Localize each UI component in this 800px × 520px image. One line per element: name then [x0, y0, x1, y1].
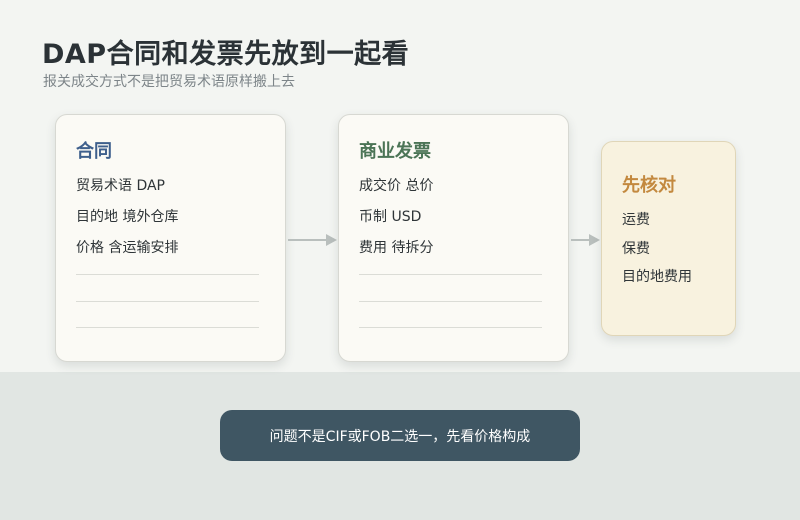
- check-line-destination-fees: 目的地费用: [622, 269, 692, 285]
- check-card-title: 先核对: [622, 175, 676, 196]
- invoice-card: 商业发票 成交价 总价 币制 USD 费用 待拆分: [338, 114, 569, 362]
- check-card: 先核对 运费 保费 目的地费用: [601, 141, 736, 336]
- page-subtitle: 报关成交方式不是把贸易术语原样搬上去: [43, 74, 295, 90]
- arrow-right-icon: [571, 234, 600, 246]
- check-line-insurance: 保费: [622, 241, 650, 257]
- conclusion-text: 问题不是CIF或FOB二选一，先看价格构成: [269, 428, 531, 445]
- page-title: DAP合同和发票先放到一起看: [42, 39, 410, 70]
- arrow-right-icon: [288, 234, 337, 246]
- invoice-blank-line: [359, 301, 542, 302]
- invoice-line-price: 成交价 总价: [359, 178, 434, 194]
- invoice-blank-line: [359, 327, 542, 328]
- invoice-line-fees: 费用 待拆分: [359, 240, 434, 256]
- contract-line-trade-term: 贸易术语 DAP: [76, 178, 166, 194]
- conclusion-banner: 问题不是CIF或FOB二选一，先看价格构成: [220, 410, 580, 461]
- contract-blank-line: [76, 274, 259, 275]
- contract-card: 合同 贸易术语 DAP 目的地 境外仓库 价格 含运输安排: [55, 114, 286, 362]
- invoice-card-title: 商业发票: [359, 141, 431, 162]
- contract-card-title: 合同: [76, 141, 112, 162]
- invoice-blank-line: [359, 274, 542, 275]
- invoice-line-currency: 币制 USD: [359, 209, 422, 225]
- contract-blank-line: [76, 301, 259, 302]
- check-line-freight: 运费: [622, 212, 650, 228]
- contract-line-price: 价格 含运输安排: [76, 240, 179, 256]
- contract-line-destination: 目的地 境外仓库: [76, 209, 179, 225]
- contract-blank-line: [76, 327, 259, 328]
